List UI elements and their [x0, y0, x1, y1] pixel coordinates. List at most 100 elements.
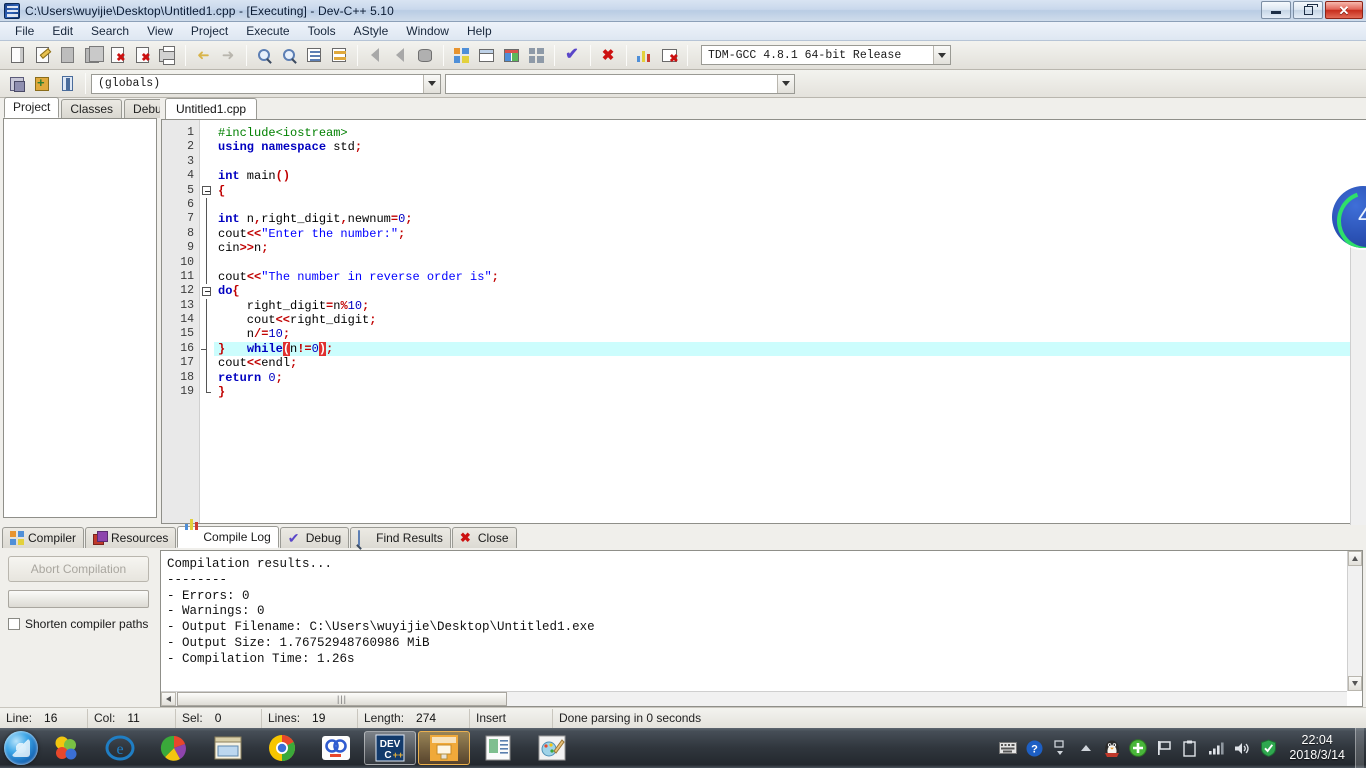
- fold-marker[interactable]: [200, 184, 214, 198]
- tab-compiler[interactable]: Compiler: [2, 527, 85, 548]
- code-line[interactable]: do{: [218, 284, 1366, 298]
- code-line[interactable]: [218, 198, 1366, 212]
- chevron-down-icon[interactable]: [777, 74, 794, 93]
- code-line-current[interactable]: } while(n!=0);: [214, 341, 1366, 357]
- editor-tab-untitled1[interactable]: Untitled1.cpp: [165, 98, 258, 119]
- insert-icon[interactable]: [55, 72, 79, 95]
- close-button[interactable]: ✕: [1325, 1, 1363, 19]
- show-desktop-button[interactable]: [1355, 728, 1364, 768]
- tab-close-panel[interactable]: ✖ Close: [451, 527, 517, 548]
- colorful-app-icon[interactable]: [40, 731, 92, 765]
- code-line[interactable]: [218, 155, 1366, 169]
- open-file-icon[interactable]: [30, 44, 54, 67]
- run-icon[interactable]: [474, 44, 498, 67]
- code-line[interactable]: [218, 256, 1366, 270]
- tab-debug-panel[interactable]: ✔ Debug: [279, 527, 350, 548]
- print-icon[interactable]: [155, 44, 179, 67]
- code-line[interactable]: #include<iostream>: [218, 126, 1366, 140]
- code-line[interactable]: cout<<"Enter the number:";: [218, 227, 1366, 241]
- menu-execute[interactable]: Execute: [237, 22, 298, 40]
- compile-log-box[interactable]: Compilation results... -------- - Errors: …: [160, 550, 1363, 707]
- rebuild-all-icon[interactable]: [524, 44, 548, 67]
- pinwheel-app-icon[interactable]: [148, 731, 200, 765]
- menu-tools[interactable]: Tools: [299, 22, 345, 40]
- security-shield-icon[interactable]: [1258, 738, 1278, 758]
- code-line[interactable]: cout<<right_digit;: [218, 313, 1366, 327]
- code-line[interactable]: int main(): [218, 169, 1366, 183]
- menu-window[interactable]: Window: [397, 22, 458, 40]
- taskbar-clock[interactable]: 22:04 2018/3/14: [1289, 733, 1345, 763]
- menu-edit[interactable]: Edit: [43, 22, 82, 40]
- start-orb-icon[interactable]: [4, 731, 38, 765]
- shorten-paths-row[interactable]: Shorten compiler paths: [8, 617, 152, 631]
- code-line[interactable]: n/=10;: [218, 327, 1366, 341]
- compile-icon[interactable]: [449, 44, 473, 67]
- stop-execution-icon[interactable]: ✖: [596, 44, 620, 67]
- code-line[interactable]: cin>>n;: [218, 241, 1366, 255]
- code-line[interactable]: right_digit=n%10;: [218, 299, 1366, 313]
- close-file-icon[interactable]: [105, 44, 129, 67]
- code-line[interactable]: cout<<"The number in reverse order is";: [218, 270, 1366, 284]
- keyboard-icon[interactable]: [998, 738, 1018, 758]
- cloud-app-icon[interactable]: [310, 731, 362, 765]
- globals-select[interactable]: (globals): [91, 73, 441, 94]
- tab-classes[interactable]: Classes: [61, 99, 123, 118]
- scroll-left-icon[interactable]: [161, 692, 176, 706]
- profile-icon[interactable]: [632, 44, 656, 67]
- up-arrow-icon[interactable]: [1076, 738, 1096, 758]
- scroll-down-icon[interactable]: [1348, 676, 1362, 691]
- goto-line-icon[interactable]: [302, 44, 326, 67]
- tab-project[interactable]: Project: [4, 97, 60, 118]
- chevron-down-icon[interactable]: [933, 46, 950, 64]
- code-line[interactable]: }: [218, 385, 1366, 399]
- code-line[interactable]: cout<<endl;: [218, 356, 1366, 370]
- restore-button[interactable]: [1293, 1, 1323, 19]
- members-select[interactable]: [445, 73, 795, 94]
- google-chrome-icon[interactable]: [256, 731, 308, 765]
- minimize-button[interactable]: [1261, 1, 1291, 19]
- menu-file[interactable]: File: [6, 22, 43, 40]
- chevron-down-icon[interactable]: [423, 74, 440, 93]
- code-line[interactable]: int n,right_digit,newnum=0;: [218, 212, 1366, 226]
- toggle-icon[interactable]: [413, 44, 437, 67]
- clipboard-icon[interactable]: [1180, 738, 1200, 758]
- menu-search[interactable]: Search: [82, 22, 138, 40]
- code-line[interactable]: {: [218, 184, 1366, 198]
- redo-icon[interactable]: ➜: [216, 44, 240, 67]
- show-hidden-icon[interactable]: [1050, 738, 1070, 758]
- orange-doc-icon[interactable]: [418, 731, 470, 765]
- find-icon[interactable]: [252, 44, 276, 67]
- compile-run-icon[interactable]: [499, 44, 523, 67]
- document-app-icon[interactable]: [472, 731, 524, 765]
- help-icon[interactable]: ?: [1024, 738, 1044, 758]
- log-horizontal-scrollbar[interactable]: |||: [161, 691, 1347, 706]
- dev-cpp-icon[interactable]: DEV C ++: [364, 731, 416, 765]
- compiler-select[interactable]: TDM-GCC 4.8.1 64-bit Release: [701, 45, 951, 65]
- menu-help[interactable]: Help: [458, 22, 501, 40]
- fold-marker[interactable]: [200, 284, 214, 298]
- code-text-area[interactable]: #include<iostream> using namespace std; i…: [214, 120, 1366, 523]
- code-line[interactable]: return 0;: [218, 371, 1366, 385]
- syntax-check-icon[interactable]: ✔: [560, 44, 584, 67]
- tab-compile-log[interactable]: Compile Log: [177, 519, 279, 548]
- green-shield-icon[interactable]: [1128, 738, 1148, 758]
- project-tree[interactable]: [3, 118, 157, 518]
- fold-marker[interactable]: [200, 385, 214, 399]
- tab-resources[interactable]: Resources: [85, 527, 177, 548]
- shorten-paths-checkbox[interactable]: [8, 618, 20, 630]
- save-file-icon[interactable]: [55, 44, 79, 67]
- replace-icon[interactable]: [277, 44, 301, 67]
- undo-icon[interactable]: ➜: [191, 44, 215, 67]
- new-file-icon[interactable]: [5, 44, 29, 67]
- file-explorer-icon[interactable]: [202, 731, 254, 765]
- delete-profile-icon[interactable]: [657, 44, 681, 67]
- log-hscroll-thumb[interactable]: |||: [177, 692, 507, 706]
- tab-find-results[interactable]: Find Results: [350, 527, 451, 548]
- qq-penguin-icon[interactable]: [1102, 738, 1122, 758]
- save-all-icon[interactable]: [80, 44, 104, 67]
- add-member-icon[interactable]: [30, 72, 54, 95]
- menu-astyle[interactable]: AStyle: [345, 22, 398, 40]
- close-all-icon[interactable]: [130, 44, 154, 67]
- abort-compilation-button[interactable]: Abort Compilation: [8, 556, 149, 582]
- code-editor[interactable]: 1 2 3 4 5 6 7 8 9 10 11 12 13 14 15 16 17 18 19 #include<i…: [161, 119, 1366, 524]
